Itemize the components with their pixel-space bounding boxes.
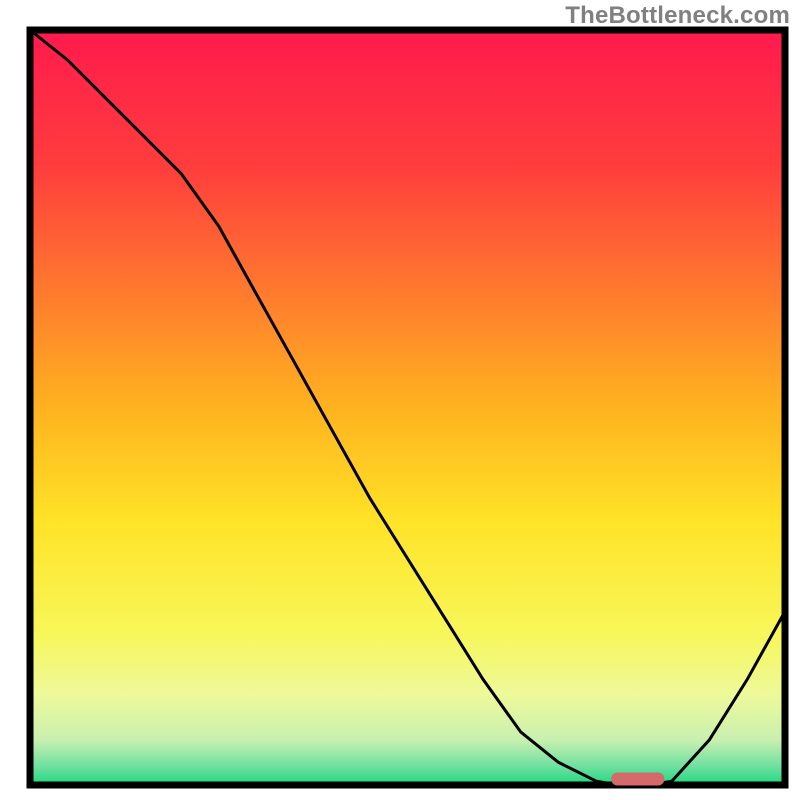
min-marker xyxy=(611,772,664,785)
plot-background xyxy=(30,30,785,785)
bottleneck-chart xyxy=(0,0,800,800)
watermark-label: TheBottleneck.com xyxy=(565,2,790,30)
chart-container: TheBottleneck.com xyxy=(0,0,800,800)
